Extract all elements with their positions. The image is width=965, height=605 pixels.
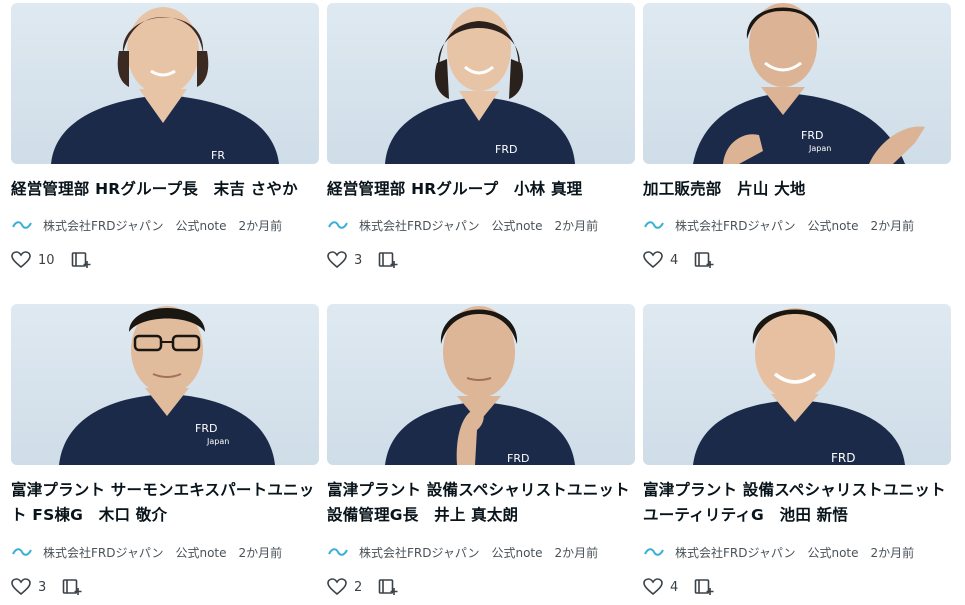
article-grid: FR 経営管理部 HRグループ長 末吉 さやか 株式会社FRDジャパン 公式no… <box>11 3 951 605</box>
article-meta: 株式会社FRDジャパン 公式note 2か月前 <box>643 542 914 562</box>
article-card[interactable]: FRD Japan 富津プラント サーモンエキスパートユニット FS棟G 木口 … <box>11 304 319 605</box>
post-time: 2か月前 <box>870 218 915 233</box>
author-name[interactable]: 株式会社FRDジャパン <box>43 217 163 234</box>
frd-logo-icon[interactable] <box>11 219 33 231</box>
like-count: 4 <box>670 252 679 268</box>
source-label[interactable]: 公式note <box>491 544 542 561</box>
like-button[interactable] <box>643 578 663 596</box>
like-count: 10 <box>38 252 55 268</box>
add-to-magazine-icon[interactable] <box>694 251 714 269</box>
source-label[interactable]: 公式note <box>491 217 542 234</box>
article-meta: 株式会社FRDジャパン 公式note 2か月前 <box>327 215 598 235</box>
frd-logo-icon[interactable] <box>643 546 665 558</box>
article-thumbnail[interactable]: FRD <box>643 304 951 465</box>
svg-text:FRD: FRD <box>801 129 823 142</box>
article-actions: 10 <box>11 249 91 271</box>
article-title[interactable]: 富津プラント 設備スペシャリストユニット ユーティリティG 池田 新悟 <box>643 478 951 528</box>
like-button[interactable] <box>327 251 347 269</box>
article-thumbnail[interactable]: FRD <box>327 3 635 164</box>
post-time: 2か月前 <box>238 545 283 560</box>
like-count: 3 <box>354 252 363 268</box>
svg-text:FRD: FRD <box>495 143 517 156</box>
source-label[interactable]: 公式note <box>807 217 858 234</box>
article-title[interactable]: 経営管理部 HRグループ長 末吉 さやか <box>11 177 319 202</box>
svg-text:Japan: Japan <box>808 144 831 153</box>
add-to-magazine-icon[interactable] <box>71 251 91 269</box>
article-card[interactable]: FRD Japan 加工販売部 片山 大地 株式会社FRDジャパン 公式note… <box>643 3 951 304</box>
like-button[interactable] <box>11 578 31 596</box>
article-title[interactable]: 富津プラント 設備スペシャリストユニット 設備管理G長 井上 真太朗 <box>327 478 635 528</box>
author-name[interactable]: 株式会社FRDジャパン <box>43 544 163 561</box>
article-thumbnail[interactable]: FRD Japan <box>11 304 319 465</box>
article-card[interactable]: FRD 富津プラント 設備スペシャリストユニット ユーティリティG 池田 新悟 … <box>643 304 951 605</box>
frd-logo-icon[interactable] <box>327 219 349 231</box>
article-title[interactable]: 経営管理部 HRグループ 小林 真理 <box>327 177 635 202</box>
author-name[interactable]: 株式会社FRDジャパン <box>675 217 795 234</box>
post-time: 2か月前 <box>554 545 599 560</box>
article-title[interactable]: 富津プラント サーモンエキスパートユニット FS棟G 木口 敬介 <box>11 478 319 528</box>
heart-icon <box>327 251 347 269</box>
article-actions: 4 <box>643 576 714 598</box>
post-time: 2か月前 <box>554 218 599 233</box>
article-meta: 株式会社FRDジャパン 公式note 2か月前 <box>11 542 282 562</box>
add-to-magazine-icon[interactable] <box>694 578 714 596</box>
source-label[interactable]: 公式note <box>175 544 226 561</box>
frd-logo-icon[interactable] <box>11 546 33 558</box>
article-thumbnail[interactable]: FR <box>11 3 319 164</box>
svg-text:FRD: FRD <box>507 452 529 465</box>
article-title[interactable]: 加工販売部 片山 大地 <box>643 177 951 202</box>
heart-icon <box>11 251 31 269</box>
article-actions: 2 <box>327 576 398 598</box>
add-to-magazine-icon[interactable] <box>62 578 82 596</box>
heart-icon <box>327 578 347 596</box>
article-thumbnail[interactable]: FRD <box>327 304 635 465</box>
heart-icon <box>11 578 31 596</box>
source-label[interactable]: 公式note <box>807 544 858 561</box>
add-to-magazine-icon[interactable] <box>378 251 398 269</box>
author-name[interactable]: 株式会社FRDジャパン <box>359 544 479 561</box>
article-actions: 3 <box>11 576 82 598</box>
like-count: 4 <box>670 579 679 595</box>
svg-text:Japan: Japan <box>206 437 229 446</box>
article-meta: 株式会社FRDジャパン 公式note 2か月前 <box>327 542 598 562</box>
like-button[interactable] <box>643 251 663 269</box>
article-meta: 株式会社FRDジャパン 公式note 2か月前 <box>643 215 914 235</box>
article-card[interactable]: FR 経営管理部 HRグループ長 末吉 さやか 株式会社FRDジャパン 公式no… <box>11 3 319 304</box>
frd-logo-icon[interactable] <box>643 219 665 231</box>
heart-icon <box>643 251 663 269</box>
svg-text:FRD: FRD <box>831 451 855 465</box>
article-thumbnail[interactable]: FRD Japan <box>643 3 951 164</box>
heart-icon <box>643 578 663 596</box>
like-count: 2 <box>354 579 363 595</box>
post-time: 2か月前 <box>238 218 283 233</box>
source-label[interactable]: 公式note <box>175 217 226 234</box>
article-card[interactable]: FRD 富津プラント 設備スペシャリストユニット 設備管理G長 井上 真太朗 株… <box>327 304 635 605</box>
like-button[interactable] <box>11 251 31 269</box>
post-time: 2か月前 <box>870 545 915 560</box>
article-actions: 4 <box>643 249 714 271</box>
add-to-magazine-icon[interactable] <box>378 578 398 596</box>
author-name[interactable]: 株式会社FRDジャパン <box>359 217 479 234</box>
frd-logo-icon[interactable] <box>327 546 349 558</box>
author-name[interactable]: 株式会社FRDジャパン <box>675 544 795 561</box>
like-count: 3 <box>38 579 47 595</box>
svg-text:FRD: FRD <box>195 422 217 435</box>
svg-text:FR: FR <box>211 149 225 162</box>
article-actions: 3 <box>327 249 398 271</box>
article-meta: 株式会社FRDジャパン 公式note 2か月前 <box>11 215 282 235</box>
like-button[interactable] <box>327 578 347 596</box>
article-card[interactable]: FRD 経営管理部 HRグループ 小林 真理 株式会社FRDジャパン 公式not… <box>327 3 635 304</box>
